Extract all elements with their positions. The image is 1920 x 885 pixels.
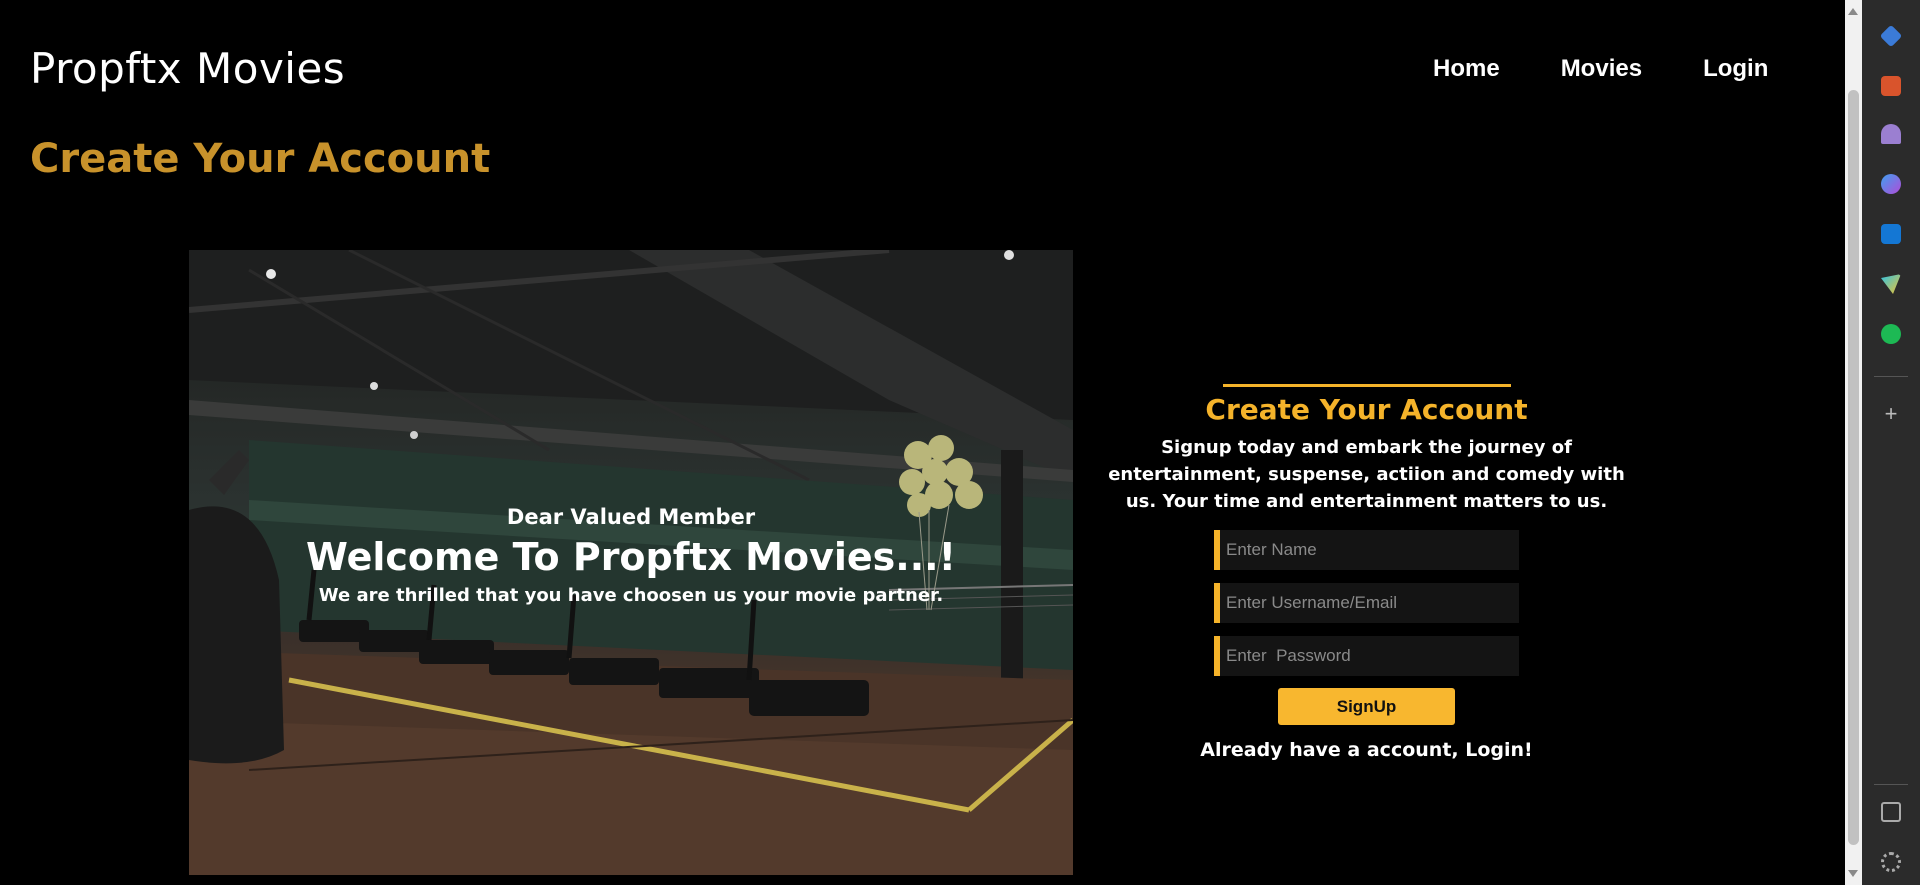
brand-logo[interactable]: Propftx Movies bbox=[30, 44, 345, 93]
spotify-icon[interactable] bbox=[1881, 324, 1901, 344]
hero-text: Dear Valued Member Welcome To Propftx Mo… bbox=[189, 505, 1073, 606]
signup-form: Create Your Account Signup today and emb… bbox=[1100, 384, 1633, 761]
username-email-input[interactable] bbox=[1214, 583, 1519, 623]
scrollbar-thumb[interactable] bbox=[1848, 90, 1859, 845]
hero-welcome-heading: Welcome To Propftx Movies...! bbox=[306, 535, 956, 579]
split-view-icon[interactable] bbox=[1881, 802, 1901, 822]
send-icon[interactable] bbox=[1881, 274, 1901, 294]
password-input[interactable] bbox=[1214, 636, 1519, 676]
page-title: Create Your Account bbox=[30, 136, 491, 182]
sidebar-divider bbox=[1874, 376, 1908, 377]
hero-greeting: Dear Valued Member bbox=[506, 505, 756, 529]
signup-title: Create Your Account bbox=[1205, 393, 1528, 426]
settings-icon[interactable] bbox=[1881, 852, 1901, 872]
chess-icon[interactable] bbox=[1881, 124, 1901, 144]
scroll-down-arrow-icon[interactable] bbox=[1848, 870, 1858, 877]
title-divider bbox=[1222, 384, 1511, 387]
outlook-icon[interactable] bbox=[1881, 224, 1901, 244]
toolbox-icon[interactable] bbox=[1881, 76, 1901, 96]
copilot-icon[interactable] bbox=[1881, 174, 1901, 194]
main-nav: Home Movies Login bbox=[1433, 55, 1768, 83]
add-icon[interactable]: + bbox=[1881, 403, 1901, 425]
nav-home[interactable]: Home bbox=[1433, 55, 1500, 83]
hero-image: Dear Valued Member Welcome To Propftx Mo… bbox=[189, 250, 1073, 875]
page: Propftx Movies Home Movies Login Create … bbox=[0, 0, 1845, 885]
name-input[interactable] bbox=[1214, 530, 1519, 570]
signup-description: Signup today and embark the journey of e… bbox=[1108, 437, 1625, 512]
nav-movies[interactable]: Movies bbox=[1561, 55, 1642, 83]
login-link[interactable]: Already have a account, Login! bbox=[1100, 739, 1633, 761]
signup-button[interactable]: SignUp bbox=[1278, 688, 1455, 725]
hero-subtitle: We are thrilled that you have choosen us… bbox=[318, 585, 944, 606]
page-scrollbar[interactable] bbox=[1845, 0, 1862, 885]
nav-login[interactable]: Login bbox=[1703, 55, 1768, 83]
scroll-up-arrow-icon[interactable] bbox=[1848, 8, 1858, 15]
sidebar-divider bbox=[1874, 784, 1908, 785]
tag-icon[interactable] bbox=[1879, 24, 1903, 48]
browser-sidebar: + bbox=[1862, 0, 1920, 885]
